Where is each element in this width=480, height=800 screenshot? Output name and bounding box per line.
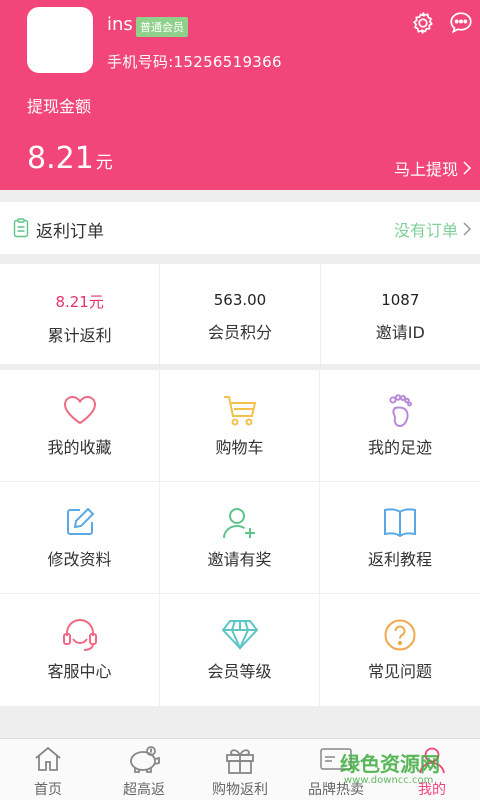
orders-status[interactable]: 没有订单: [394, 217, 472, 241]
nav-item-high-rebate[interactable]: 超高返: [96, 739, 192, 800]
avatar[interactable]: [27, 7, 93, 73]
stat-total-rebate[interactable]: 8.21元 累计返利: [0, 264, 161, 364]
grid-item-cart[interactable]: 购物车: [160, 370, 320, 482]
gear-icon[interactable]: [410, 10, 436, 36]
grid-item-label: 邀请有奖: [207, 550, 272, 569]
chat-icon[interactable]: [448, 10, 474, 36]
chevron-right-icon: [463, 161, 472, 175]
stat-value: 563.00: [213, 291, 267, 309]
nav-item-shopping-rebate[interactable]: 购物返利: [192, 739, 288, 800]
piggy-bank-icon: [130, 746, 160, 773]
stat-label: 会员积分: [207, 323, 272, 342]
profile-header: ins 普通会员 手机号码:15256519366 提现金额 8.21 元 马上提…: [0, 0, 480, 190]
balance-amount: 8.21 元: [27, 141, 113, 176]
nav-item-label: 超高返: [123, 782, 165, 798]
withdraw-button[interactable]: 马上提现: [394, 156, 472, 180]
grid-item-rebate-tutorial[interactable]: 返利教程: [320, 482, 480, 594]
grid-item-label: 返利教程: [367, 550, 432, 569]
grid-item-edit-profile[interactable]: 修改资料: [0, 482, 160, 594]
stat-invite-id[interactable]: 1087 邀请ID: [321, 264, 480, 364]
headset-icon: [62, 619, 97, 651]
nav-item-label: 购物返利: [212, 782, 268, 798]
grid-item-footprints[interactable]: 我的足迹: [320, 370, 480, 482]
stat-label: 邀请ID: [375, 323, 425, 342]
heart-icon: [63, 395, 96, 425]
book-icon: [384, 508, 416, 538]
stat-label: 累计返利: [47, 326, 112, 345]
balance-value: 8.21: [27, 141, 94, 176]
grid-item-customer-service[interactable]: 客服中心: [0, 594, 160, 706]
edit-icon: [66, 507, 94, 535]
clipboard-icon: [13, 218, 29, 238]
grid-item-label: 修改资料: [47, 550, 112, 569]
footprint-icon: [389, 394, 412, 428]
home-icon: [35, 746, 61, 771]
username: ins: [107, 14, 133, 35]
add-user-icon: [222, 508, 255, 539]
rebate-orders-title: 返利订单: [36, 222, 104, 242]
grid-item-label: 常见问题: [367, 662, 432, 681]
gift-icon: [226, 749, 254, 774]
stat-member-points[interactable]: 563.00 会员积分: [160, 264, 321, 364]
phone-number: 手机号码:15256519366: [107, 53, 282, 71]
grid-item-label: 购物车: [215, 438, 264, 457]
grid-item-member-level[interactable]: 会员等级: [160, 594, 320, 706]
chevron-right-icon: [463, 222, 472, 236]
grid-item-label: 我的足迹: [367, 438, 432, 457]
rebate-orders-row[interactable]: 返利订单 没有订单: [0, 202, 480, 254]
orders-status-label: 没有订单: [393, 221, 458, 240]
grid-item-invite-reward[interactable]: 邀请有奖: [160, 482, 320, 594]
nav-item-home[interactable]: 首页: [0, 739, 96, 800]
withdraw-amount-label: 提现金额: [27, 97, 92, 116]
balance-unit: 元: [95, 153, 113, 173]
diamond-icon: [221, 620, 258, 650]
stat-value: 8.21元: [55, 293, 104, 311]
watermark: 绿色资源网: [340, 752, 440, 776]
cart-icon: [223, 396, 256, 426]
grid-item-label: 客服中心: [47, 662, 112, 681]
stat-value: 1087: [381, 291, 420, 309]
withdraw-button-label: 马上提现: [393, 160, 458, 179]
member-badge: 普通会员: [136, 17, 188, 37]
grid-item-faq[interactable]: 常见问题: [320, 594, 480, 706]
grid-item-favorites[interactable]: 我的收藏: [0, 370, 160, 482]
grid-item-label: 会员等级: [207, 662, 272, 681]
question-icon: [384, 619, 416, 651]
feature-grid: 我的收藏 购物车 我的足迹 修改资料 邀请有奖 返利教程 客服中心 会员等级 常…: [0, 370, 480, 706]
grid-item-label: 我的收藏: [47, 438, 112, 457]
nav-item-label: 首页: [34, 782, 62, 798]
watermark-url: www.downcc.com: [344, 775, 434, 786]
stats-bar: 8.21元 累计返利 563.00 会员积分 1087 邀请ID: [0, 264, 480, 364]
